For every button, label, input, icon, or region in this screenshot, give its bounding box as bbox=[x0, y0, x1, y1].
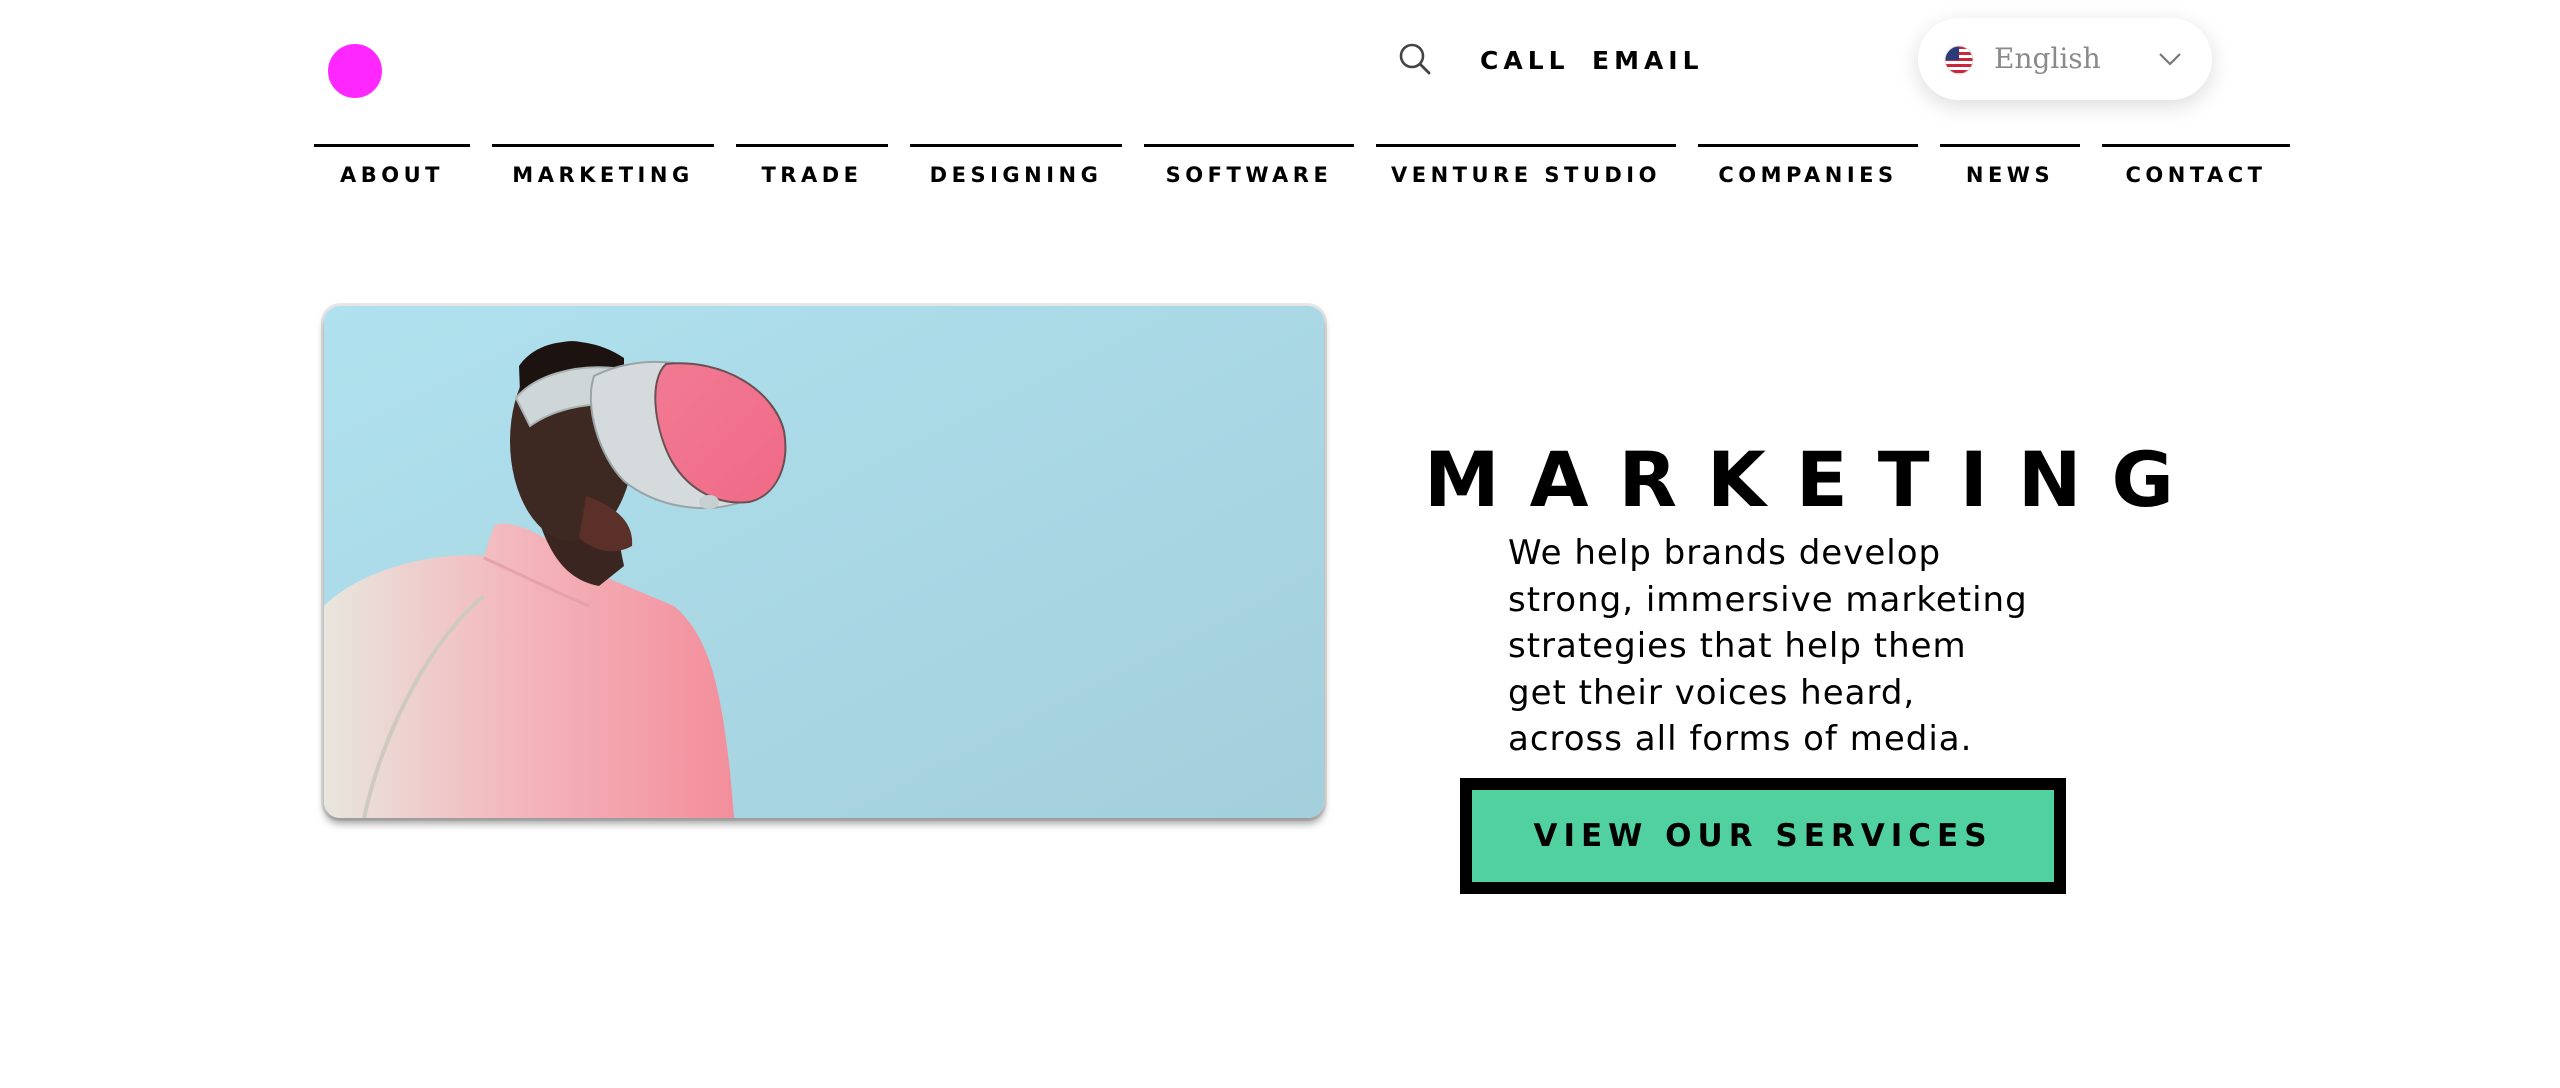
language-label: English bbox=[1994, 42, 2101, 75]
nav-item-software[interactable]: SOFTWARE bbox=[1144, 144, 1354, 215]
hero-description: We help brands develop strong, immersive… bbox=[1508, 533, 2028, 759]
page: CALL EMAIL English ABOUT MARKETING TRADE… bbox=[0, 0, 2560, 1088]
search-icon[interactable] bbox=[1396, 40, 1436, 80]
pink-circle-logo-icon[interactable] bbox=[328, 44, 382, 98]
nav-item-about[interactable]: ABOUT bbox=[314, 144, 470, 215]
language-selector[interactable]: English bbox=[1918, 18, 2212, 100]
call-link[interactable]: CALL bbox=[1480, 44, 1570, 78]
page-title: MARKETING bbox=[1424, 435, 2204, 524]
nav-item-trade[interactable]: TRADE bbox=[736, 144, 888, 215]
email-link[interactable]: EMAIL bbox=[1592, 44, 1704, 78]
view-our-services-button[interactable]: VIEW OUR SERVICES bbox=[1460, 778, 2066, 894]
us-flag-icon bbox=[1944, 45, 1974, 75]
nav-item-venture-studio[interactable]: VENTURE STUDIO bbox=[1376, 144, 1676, 215]
nav-item-news[interactable]: NEWS bbox=[1940, 144, 2080, 215]
nav-item-companies[interactable]: COMPANIES bbox=[1698, 144, 1918, 215]
nav-item-contact[interactable]: CONTACT bbox=[2102, 144, 2290, 215]
chevron-down-icon bbox=[2159, 53, 2181, 66]
person-wearing-vr-headset-image bbox=[324, 306, 1324, 818]
nav-item-marketing[interactable]: MARKETING bbox=[492, 144, 714, 215]
nav-item-designing[interactable]: DESIGNING bbox=[910, 144, 1122, 215]
